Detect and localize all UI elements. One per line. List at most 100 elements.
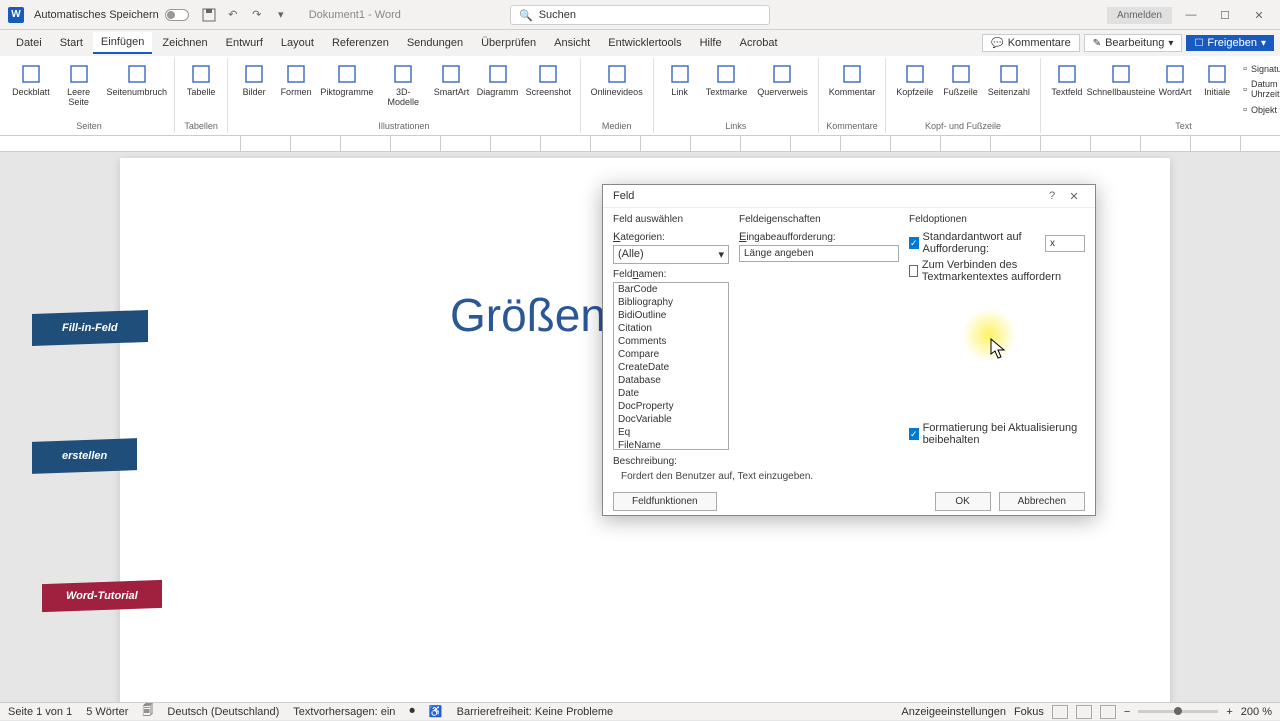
qat-dropdown-icon[interactable]: ▾ [273, 7, 289, 23]
comments-button[interactable]: 💬 Kommentare [982, 34, 1079, 52]
ribbon-querverweis[interactable]: Querverweis [753, 60, 812, 119]
fieldname-item[interactable]: Compare [614, 348, 728, 361]
opt-default-answer[interactable]: ✓ Standardantwort auf Aufforderung: [909, 231, 1085, 255]
zoom-out-icon[interactable]: − [1124, 706, 1130, 718]
fieldname-item[interactable]: CreateDate [614, 361, 728, 374]
ribbon-onlinevideos[interactable]: Onlinevideos [587, 60, 647, 119]
tab-acrobat[interactable]: Acrobat [732, 33, 786, 53]
status-lang[interactable]: Deutsch (Deutschland) [167, 706, 279, 718]
tab-entwicklertools[interactable]: Entwicklertools [600, 33, 689, 53]
ribbon-bilder[interactable]: Bilder [234, 60, 274, 119]
maximize-icon[interactable]: ☐ [1210, 4, 1240, 26]
editing-button[interactable]: ✎ Bearbeitung ▾ [1084, 34, 1183, 52]
search-icon: 🔍 [519, 9, 533, 22]
view-print-icon[interactable] [1076, 705, 1092, 719]
opt-bookmark[interactable]: Zum Verbinden des Textmarkentextes auffo… [909, 259, 1085, 283]
fieldname-item[interactable]: Bibliography [614, 296, 728, 309]
tab-layout[interactable]: Layout [273, 33, 322, 53]
prompt-input[interactable] [739, 245, 899, 262]
ribbon-schnellbausteine[interactable]: Schnellbausteine [1089, 60, 1153, 119]
focus-mode[interactable]: Fokus [1014, 706, 1044, 718]
view-web-icon[interactable] [1100, 705, 1116, 719]
fieldname-item[interactable]: FileName [614, 439, 728, 450]
fieldname-item[interactable]: DocProperty [614, 400, 728, 413]
ribbon-link[interactable]: Link [660, 60, 700, 119]
ribbon-textfeld[interactable]: Textfeld [1047, 60, 1087, 119]
ribbon-small-item[interactable]: ▫Signaturzeile ▾ [1241, 62, 1280, 76]
accessibility-icon: ♿ [429, 705, 443, 718]
fieldname-item[interactable]: BarCode [614, 283, 728, 296]
view-read-icon[interactable] [1052, 705, 1068, 719]
fieldname-item[interactable]: BidiOutline [614, 309, 728, 322]
minimize-icon[interactable]: — [1176, 4, 1206, 26]
ribbon-diagramm[interactable]: Diagramm [474, 60, 521, 119]
tab-sendungen[interactable]: Sendungen [399, 33, 471, 53]
ribbon-screenshot[interactable]: Screenshot [523, 60, 574, 119]
tab-einfuegen[interactable]: Einfügen [93, 32, 152, 54]
ribbon-small-item[interactable]: ▫Objekt ▾ [1241, 103, 1280, 117]
default-answer-input[interactable] [1045, 235, 1085, 252]
zoom-slider[interactable] [1138, 710, 1218, 713]
ribbon-smartart[interactable]: SmartArt [431, 60, 472, 119]
ribbon-icon [439, 62, 463, 86]
help-icon[interactable]: ? [1041, 185, 1063, 207]
tab-start[interactable]: Start [52, 33, 91, 53]
tab-zeichnen[interactable]: Zeichnen [154, 33, 215, 53]
undo-icon[interactable]: ↶ [225, 7, 241, 23]
status-access[interactable]: Barrierefreiheit: Keine Probleme [457, 706, 614, 718]
ribbon-initiale[interactable]: Initiale [1197, 60, 1237, 119]
opt-preserve-format[interactable]: ✓ Formatierung bei Aktualisierung beibeh… [909, 422, 1085, 446]
tab-referenzen[interactable]: Referenzen [324, 33, 397, 53]
tab-hilfe[interactable]: Hilfe [692, 33, 730, 53]
status-words[interactable]: 5 Wörter [86, 706, 128, 718]
status-predict[interactable]: Textvorhersagen: ein [293, 706, 395, 718]
fieldname-item[interactable]: Citation [614, 322, 728, 335]
checkbox-icon[interactable] [909, 265, 918, 277]
fieldname-item[interactable]: Database [614, 374, 728, 387]
ribbon-formen[interactable]: Formen [276, 60, 316, 119]
ribbon-fußzeile[interactable]: Fußzeile [939, 60, 982, 119]
signin-button[interactable]: Anmelden [1107, 7, 1172, 24]
redo-icon[interactable]: ↷ [249, 7, 265, 23]
ribbon-tabelle[interactable]: Tabelle [181, 60, 221, 119]
ribbon-seitenzahl[interactable]: Seitenzahl [984, 60, 1034, 119]
checkbox-checked-icon[interactable]: ✓ [909, 428, 919, 440]
fieldname-item[interactable]: DocVariable [614, 413, 728, 426]
status-page[interactable]: Seite 1 von 1 [8, 706, 72, 718]
fieldname-item[interactable]: Eq [614, 426, 728, 439]
ribbon-piktogramme[interactable]: Piktogramme [318, 60, 376, 119]
tab-ansicht[interactable]: Ansicht [546, 33, 598, 53]
categories-dropdown[interactable]: (Alle)▾ [613, 245, 729, 264]
ribbon-leere seite[interactable]: Leere Seite [54, 60, 104, 119]
ribbon-3d-modelle[interactable]: 3D-Modelle [378, 60, 429, 119]
tab-ueberpruefen[interactable]: Überprüfen [473, 33, 544, 53]
dialog-close-icon[interactable]: ✕ [1063, 185, 1085, 207]
share-button[interactable]: ☐ Freigeben ▾ [1186, 35, 1274, 51]
tab-datei[interactable]: Datei [8, 33, 50, 53]
cancel-button[interactable]: Abbrechen [999, 492, 1085, 511]
ribbon-icon [67, 62, 91, 86]
zoom-in-icon[interactable]: + [1226, 706, 1232, 718]
search-box[interactable]: 🔍 Suchen [510, 5, 770, 25]
fieldname-item[interactable]: Comments [614, 335, 728, 348]
tab-entwurf[interactable]: Entwurf [218, 33, 271, 53]
ribbon-wordart[interactable]: WordArt [1155, 60, 1195, 119]
display-settings[interactable]: Anzeigeeinstellungen [901, 706, 1006, 718]
ok-button[interactable]: OK [935, 492, 991, 511]
fieldcodes-button[interactable]: Feldfunktionen [613, 492, 717, 511]
status-macro-icon[interactable]: ⏺ [409, 705, 415, 718]
ribbon-kopfzeile[interactable]: Kopfzeile [892, 60, 937, 119]
save-icon[interactable] [201, 7, 217, 23]
ribbon-small-item[interactable]: ▫Datum und Uhrzeit ▾ [1241, 78, 1280, 101]
fieldname-item[interactable]: Date [614, 387, 728, 400]
close-icon[interactable]: ✕ [1244, 4, 1274, 26]
ribbon-kommentar[interactable]: Kommentar [825, 60, 880, 119]
ribbon-textmarke[interactable]: Textmarke [702, 60, 752, 119]
checkbox-checked-icon[interactable]: ✓ [909, 237, 919, 249]
autosave-toggle[interactable]: Automatisches Speichern [34, 9, 189, 21]
ribbon-deckblatt[interactable]: Deckblatt [10, 60, 52, 119]
fieldnames-listbox[interactable]: BarCodeBibliographyBidiOutlineCitationCo… [613, 282, 729, 450]
zoom-level[interactable]: 200 % [1241, 706, 1272, 718]
ribbon-seitenumbruch[interactable]: Seitenumbruch [105, 60, 168, 119]
toggle-switch[interactable] [165, 9, 189, 21]
